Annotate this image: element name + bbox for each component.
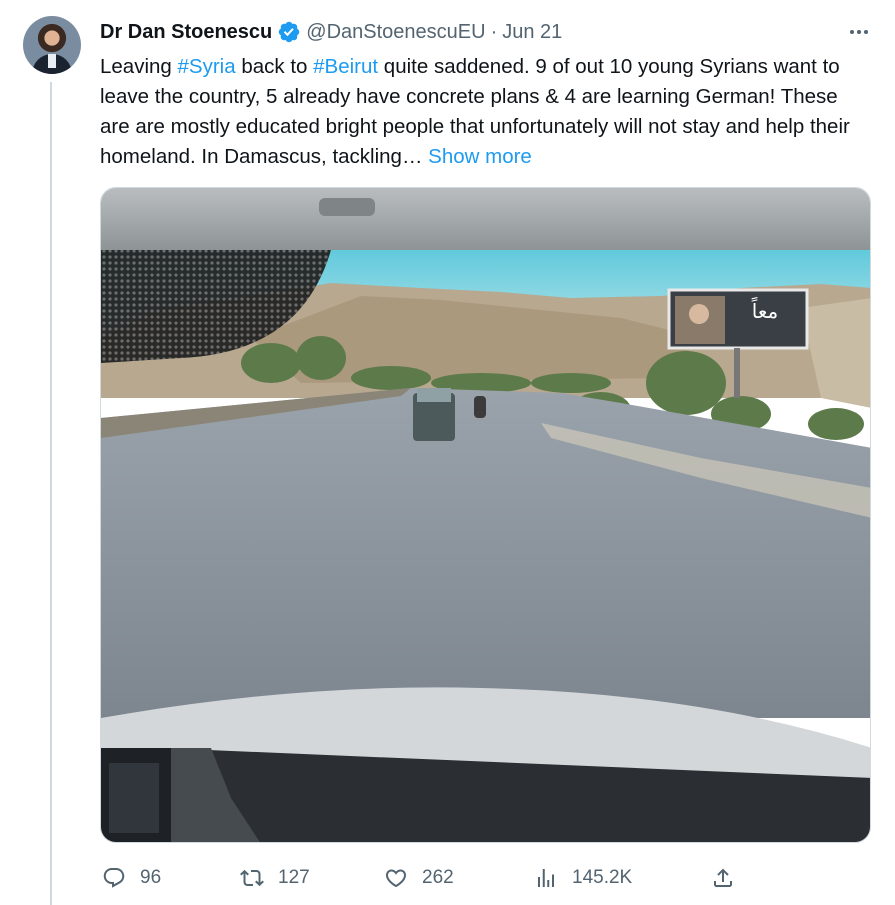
verified-badge-icon bbox=[279, 21, 300, 43]
tweet-text: Leaving #Syria back to #Beirut quite sad… bbox=[100, 52, 870, 172]
thread-line bbox=[50, 82, 52, 905]
reply-icon bbox=[103, 868, 125, 888]
avatar[interactable] bbox=[23, 16, 81, 74]
hashtag-syria[interactable]: #Syria bbox=[178, 55, 236, 78]
tweet-date[interactable]: Jun 21 bbox=[502, 21, 562, 44]
avatar-shirt bbox=[48, 54, 56, 68]
hashtag-beirut[interactable]: #Beirut bbox=[313, 55, 378, 78]
tweet-text-part: Leaving bbox=[100, 55, 178, 78]
retweet-button[interactable]: 127 bbox=[240, 860, 310, 896]
reply-button[interactable]: 96 bbox=[102, 860, 161, 896]
views-button[interactable]: 145.2K bbox=[534, 860, 632, 896]
more-dot-icon bbox=[850, 30, 854, 34]
like-count: 262 bbox=[422, 867, 454, 888]
reply-count: 96 bbox=[140, 867, 162, 888]
road-photo-illustration: معاً bbox=[101, 188, 870, 842]
more-options-button[interactable] bbox=[844, 22, 874, 42]
display-name[interactable]: Dr Dan Stoenescu bbox=[100, 21, 272, 44]
tweet-header: Dr Dan Stoenescu @DanStoenescuEU · Jun 2… bbox=[100, 17, 562, 47]
more-dot-icon bbox=[864, 30, 868, 34]
retweet-count: 127 bbox=[278, 867, 310, 888]
like-button[interactable]: 262 bbox=[384, 860, 454, 896]
retweet-icon bbox=[240, 869, 264, 887]
billboard-text: معاً bbox=[752, 297, 779, 323]
share-icon bbox=[714, 868, 732, 887]
share-button[interactable] bbox=[711, 860, 735, 896]
tweet-photo[interactable]: معاً bbox=[100, 187, 871, 843]
author-handle[interactable]: @DanStoenescuEU bbox=[306, 21, 485, 44]
show-more-link[interactable]: Show more bbox=[428, 145, 532, 168]
header-separator: · bbox=[490, 20, 498, 43]
views-count: 145.2K bbox=[572, 867, 633, 888]
heart-icon bbox=[385, 869, 407, 888]
tweet-text-part: back to bbox=[235, 55, 314, 78]
views-chart-icon bbox=[538, 869, 554, 887]
more-dot-icon bbox=[857, 30, 861, 34]
tweet-actions: 96 127 262 145.2K bbox=[100, 860, 870, 896]
